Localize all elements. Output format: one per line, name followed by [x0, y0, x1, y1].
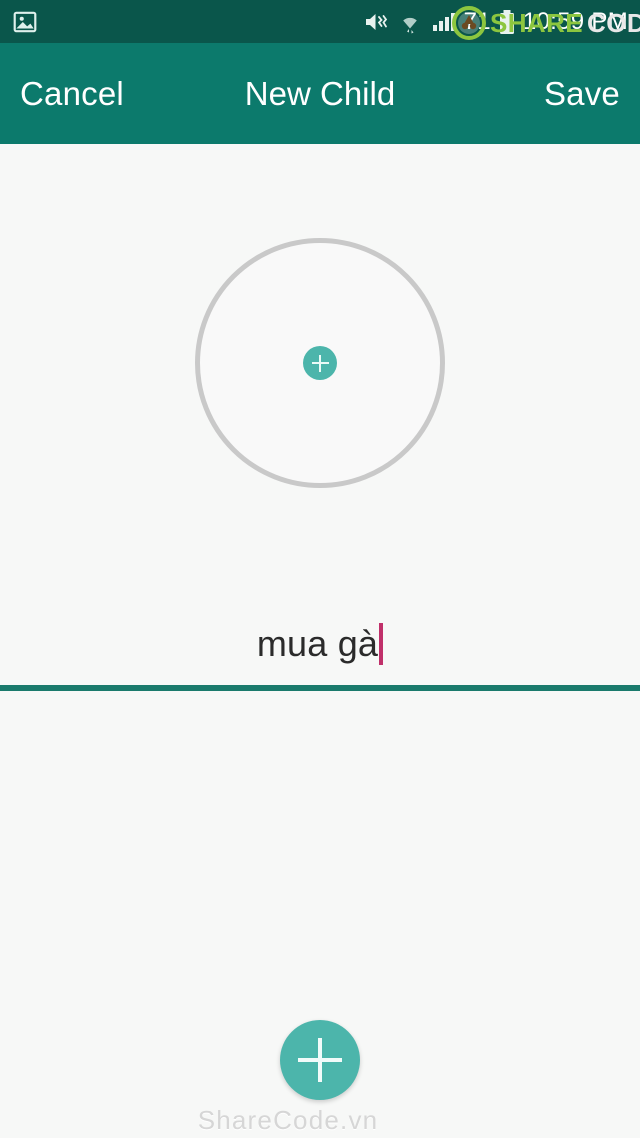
wifi-icon: [396, 10, 424, 34]
status-bar-indicators: 71 10:59 PM: [363, 8, 628, 36]
plus-icon: [298, 1038, 342, 1082]
avatar-add-photo-button[interactable]: [303, 346, 337, 380]
status-bar: 71 10:59 PM: [0, 0, 640, 43]
watermark-middle: ShareCode.vn: [197, 1105, 379, 1135]
cancel-button[interactable]: Cancel: [20, 75, 124, 113]
save-button[interactable]: Save: [544, 75, 620, 113]
battery-icon: [498, 9, 516, 35]
app-screen: 71 10:59 PM SHARE CODE .vn Can: [0, 0, 640, 1138]
add-button[interactable]: [280, 1020, 360, 1100]
text-caret: [379, 623, 384, 665]
name-input-underline: [0, 685, 640, 691]
plus-icon: [311, 354, 329, 372]
status-bar-notifications: [12, 9, 38, 35]
status-bar-clock: 10:59 PM: [522, 7, 628, 35]
child-name-input[interactable]: mua gà: [0, 594, 640, 694]
signal-bars-icon: [431, 10, 457, 34]
top-navigation-bar: Cancel New Child Save: [0, 43, 640, 144]
child-name-value: mua gà: [256, 623, 379, 664]
volume-mute-icon: [363, 10, 389, 34]
image-icon: [12, 9, 38, 35]
battery-percent-label: 71: [463, 7, 491, 35]
avatar-photo-picker[interactable]: [195, 238, 445, 488]
form-content: mua gà ShareCode.vn Copyright © ShareCod…: [0, 144, 640, 1138]
